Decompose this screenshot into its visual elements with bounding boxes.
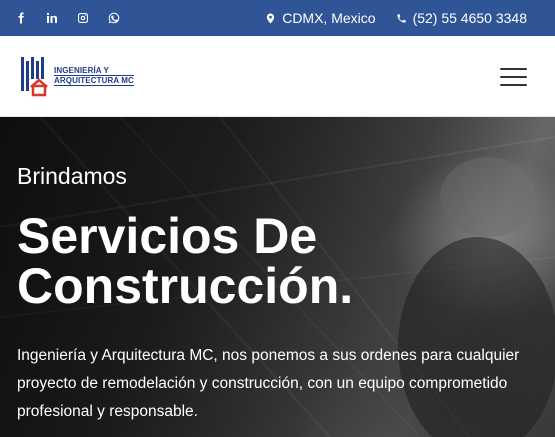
hero-title-line2: Construcción. bbox=[17, 258, 354, 314]
phone-text: (52) 55 4650 3348 bbox=[412, 10, 527, 26]
map-marker-icon bbox=[267, 12, 275, 24]
whatsapp-link[interactable] bbox=[105, 10, 122, 27]
location-text: CDMX, Mexico bbox=[282, 10, 376, 26]
logo-mark bbox=[20, 55, 50, 97]
social-links bbox=[12, 0, 122, 36]
hero-title-line1: Servicios De bbox=[17, 208, 318, 264]
main-navbar: INGENIERÍA Y ARQUITECTURA MC bbox=[0, 36, 555, 117]
hamburger-bar bbox=[500, 84, 527, 86]
hamburger-menu-icon[interactable] bbox=[500, 68, 527, 86]
instagram-link[interactable] bbox=[74, 10, 91, 27]
phone-icon bbox=[396, 13, 406, 23]
facebook-link[interactable] bbox=[12, 10, 29, 27]
hamburger-bar bbox=[500, 76, 527, 78]
logo-text: INGENIERÍA Y ARQUITECTURA MC bbox=[54, 66, 134, 86]
linkedin-icon bbox=[46, 12, 57, 23]
whatsapp-icon bbox=[108, 12, 119, 24]
instagram-icon bbox=[77, 13, 88, 23]
hero-subtitle: Brindamos bbox=[17, 163, 127, 189]
company-logo[interactable]: INGENIERÍA Y ARQUITECTURA MC bbox=[20, 55, 134, 97]
top-bar: CDMX, Mexico (52) 55 4650 3348 bbox=[0, 0, 555, 36]
facebook-icon bbox=[18, 12, 24, 24]
logo-building-icon bbox=[21, 57, 48, 97]
hero-section: Brindamos Servicios De Construcción. Ing… bbox=[0, 117, 555, 437]
logo-text-line1: INGENIERÍA Y bbox=[54, 66, 134, 76]
logo-text-line2: ARQUITECTURA MC bbox=[54, 76, 134, 86]
contact-info: CDMX, Mexico (52) 55 4650 3348 bbox=[265, 0, 527, 36]
location-item: CDMX, Mexico bbox=[265, 10, 376, 26]
hamburger-bar bbox=[500, 68, 527, 70]
linkedin-link[interactable] bbox=[43, 10, 60, 27]
hero-description: Ingeniería y Arquitectura MC, nos ponemo… bbox=[17, 347, 520, 420]
hero-title: Servicios De Construcción. bbox=[17, 211, 353, 311]
phone-item[interactable]: (52) 55 4650 3348 bbox=[396, 10, 527, 26]
